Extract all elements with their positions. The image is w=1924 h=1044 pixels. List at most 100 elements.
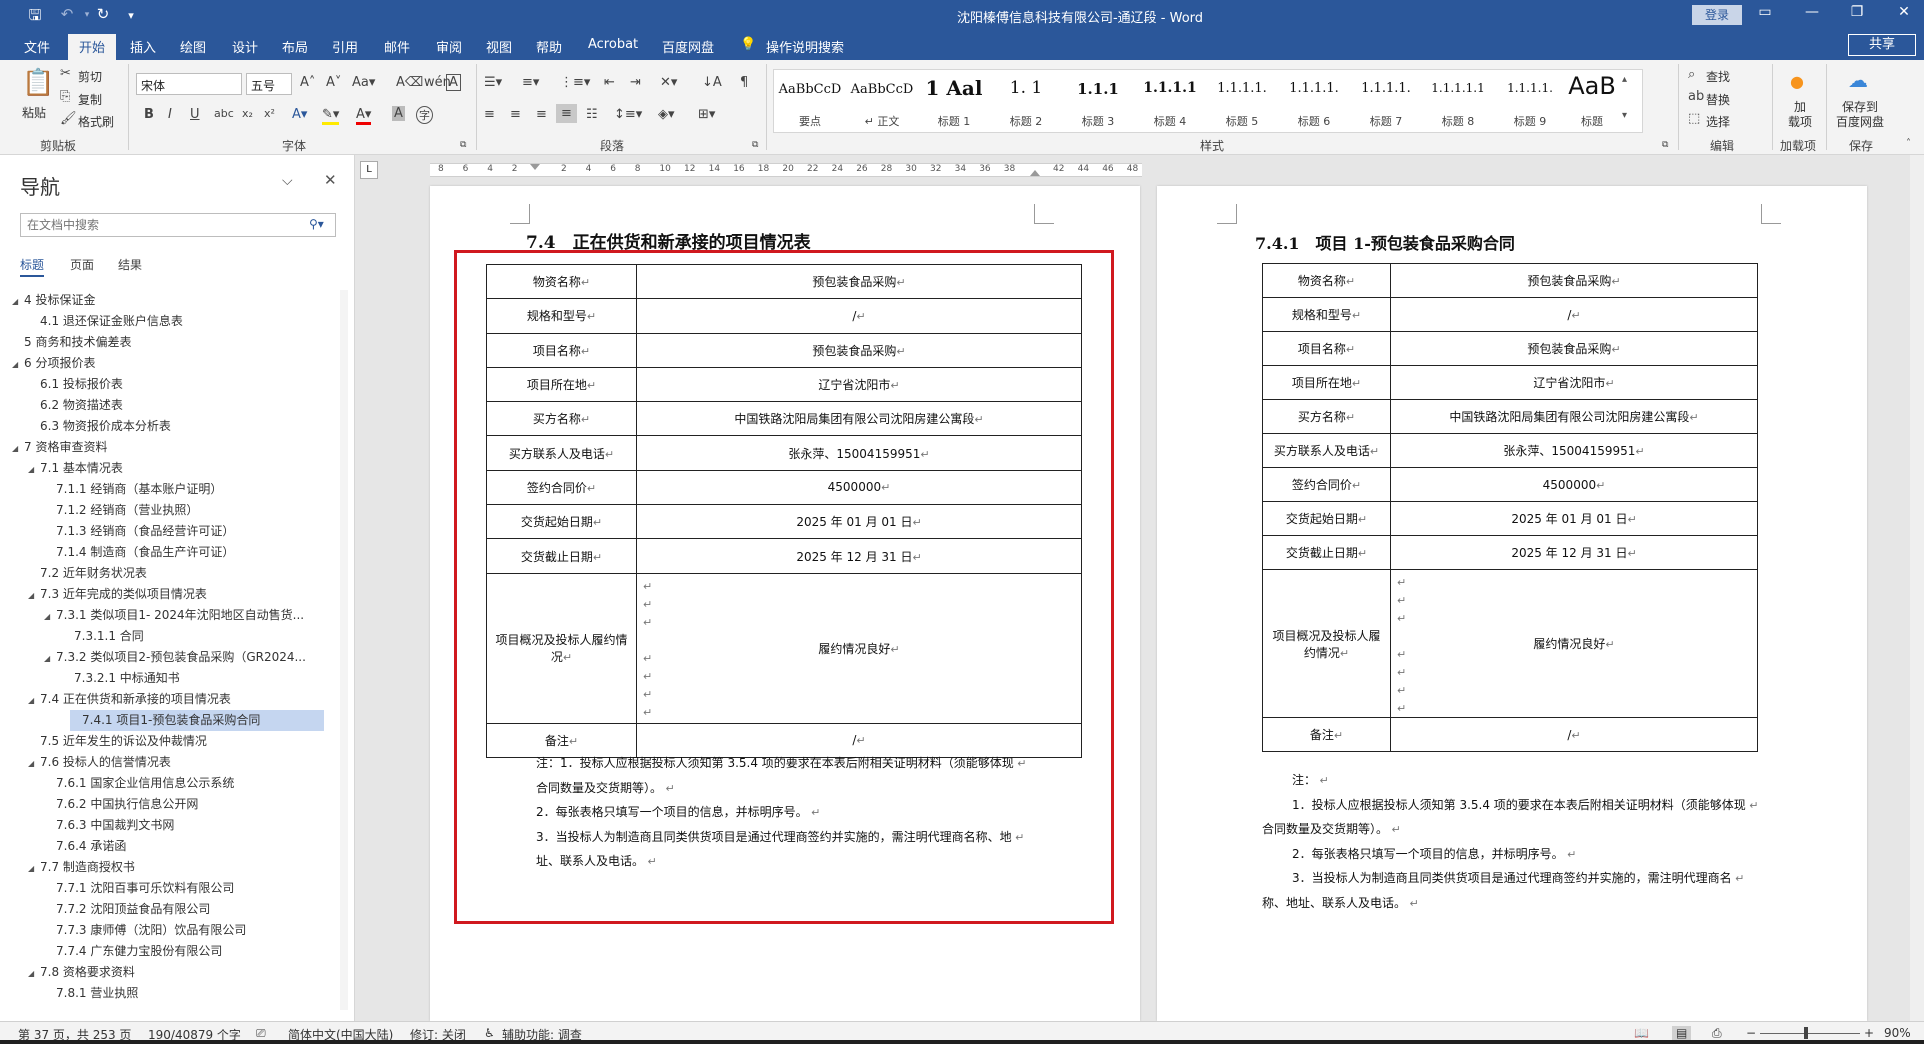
- note-line[interactable]: 称、地址、联系人及电话。 ↵: [1262, 891, 1419, 916]
- customize-qat-icon[interactable]: ▾: [120, 9, 142, 22]
- login-button[interactable]: 登录: [1692, 5, 1742, 25]
- replace-button[interactable]: 替换: [1706, 91, 1730, 108]
- nav-heading-item[interactable]: 6.2 物资描述表: [28, 395, 328, 416]
- nav-search-input[interactable]: [21, 214, 291, 236]
- field-label-cell[interactable]: 项目名称↵: [1262, 331, 1391, 366]
- tab-home[interactable]: 开始: [68, 34, 117, 60]
- nav-heading-item[interactable]: ◢ 7.8 资格要求资料: [28, 962, 328, 983]
- nav-heading-item[interactable]: 7.5 近年发生的诉讼及仲裁情况: [28, 731, 328, 752]
- nav-heading-item[interactable]: 7.7.2 沈阳顶益食品有限公司: [44, 899, 344, 920]
- font-color-icon[interactable]: A▾: [356, 107, 372, 125]
- tab-references[interactable]: 引用: [332, 37, 358, 56]
- tab-help[interactable]: 帮助: [536, 37, 562, 56]
- numbering-icon[interactable]: ≡▾: [522, 75, 539, 90]
- nav-heading-item[interactable]: 7.8.1 营业执照: [44, 983, 344, 1004]
- strikethrough-icon[interactable]: abc: [214, 107, 234, 120]
- italic-icon[interactable]: I: [168, 107, 172, 122]
- highlight-icon[interactable]: ✎▾: [322, 107, 340, 125]
- tab-acrobat[interactable]: Acrobat: [588, 37, 638, 52]
- nav-heading-item[interactable]: 6.3 物资报价成本分析表: [28, 416, 328, 437]
- style-title[interactable]: AaB 标题: [1566, 70, 1618, 132]
- field-label-cell[interactable]: 交货截止日期↵: [1262, 535, 1391, 570]
- zoom-slider[interactable]: [1760, 1033, 1860, 1034]
- tab-file[interactable]: 文件: [24, 37, 50, 56]
- justify-icon[interactable]: ≡: [556, 104, 577, 123]
- note-line[interactable]: 2．每张表格只填写一个项目的信息，并标明序号。 ↵: [1292, 842, 1576, 867]
- sort-icon[interactable]: ↓A: [702, 75, 722, 90]
- collapse-arrow-icon[interactable]: ◢: [28, 585, 40, 605]
- nav-heading-item[interactable]: 5 商务和技术偏差表: [12, 332, 312, 353]
- collapse-arrow-icon[interactable]: ◢: [28, 858, 40, 878]
- field-value-cell[interactable]: 预包装食品采购↵: [1390, 331, 1758, 366]
- bullets-icon[interactable]: ☰▾: [484, 75, 502, 90]
- nav-heading-item[interactable]: ◢ 7.3 近年完成的类似项目情况表: [28, 584, 328, 605]
- nav-tab-headings[interactable]: 标题: [20, 256, 45, 277]
- subscript-icon[interactable]: x₂: [242, 107, 253, 120]
- collapse-arrow-icon[interactable]: ◢: [28, 459, 40, 479]
- find-icon[interactable]: ⌕: [1688, 67, 1695, 82]
- style-heading-1[interactable]: 1 Aal 标题 1: [918, 70, 990, 132]
- styles-more-icon[interactable]: ▾: [1622, 110, 1627, 121]
- tab-insert[interactable]: 插入: [130, 37, 156, 56]
- format-painter-button[interactable]: 格式刷: [78, 113, 114, 130]
- horizontal-ruler[interactable]: 8 6 4 2 2 4 6 8 10 12 14 16 18 20 22 24 26 28 30 32 34 36 38 42…: [430, 163, 1142, 177]
- find-button[interactable]: 查找: [1706, 68, 1730, 85]
- vertical-scrollbar[interactable]: [1910, 155, 1924, 1021]
- nav-heading-item[interactable]: ◢ 4 投标保证金: [12, 290, 312, 311]
- field-label-cell[interactable]: 签约合同价↵: [1262, 467, 1391, 502]
- collapse-arrow-icon[interactable]: ◢: [44, 648, 56, 668]
- first-indent-marker[interactable]: [530, 164, 540, 170]
- nav-heading-item[interactable]: ◢ 7.3.2 类似项目2-预包装食品采购（GR2024...: [44, 647, 344, 668]
- nav-heading-item[interactable]: 7.1.2 经销商（营业执照）: [44, 500, 344, 521]
- read-mode-icon[interactable]: 📖: [1634, 1026, 1649, 1040]
- nav-heading-item[interactable]: 7.4.1 项目1-预包装食品采购合同: [70, 710, 324, 731]
- zoom-level[interactable]: 90%: [1884, 1026, 1911, 1040]
- font-size-box[interactable]: 五号: [246, 73, 292, 95]
- nav-heading-item[interactable]: 7.6.2 中国执行信息公开网: [44, 794, 344, 815]
- field-label-cell[interactable]: 买方联系人及电话↵: [1262, 433, 1391, 468]
- nav-heading-item[interactable]: 7.3.2.1 中标通知书: [62, 668, 362, 689]
- select-icon[interactable]: ⬚: [1688, 111, 1700, 126]
- nav-heading-item[interactable]: 7.7.1 沈阳百事可乐饮料有限公司: [44, 878, 344, 899]
- nav-heading-item[interactable]: 7.2 近年财务状况表: [28, 563, 328, 584]
- clear-format-icon[interactable]: A⌫: [396, 75, 423, 90]
- tab-baidu-netdisk[interactable]: 百度网盘: [662, 37, 714, 56]
- format-painter-icon[interactable]: 🖌: [60, 111, 77, 126]
- align-left-icon[interactable]: ≡: [484, 107, 495, 122]
- close-icon[interactable]: ✕: [1889, 4, 1919, 20]
- copy-button[interactable]: 复制: [78, 91, 102, 108]
- field-value-cell[interactable]: 张永萍、15004159951↵: [1390, 433, 1758, 468]
- styles-scroll-up-icon[interactable]: ▴: [1622, 74, 1627, 85]
- font-dialog-icon[interactable]: ⧉: [460, 140, 466, 150]
- font-name-box[interactable]: 宋体: [136, 73, 242, 95]
- nav-heading-item[interactable]: ◢ 6 分项报价表: [12, 353, 312, 374]
- baidu-netdisk-icon[interactable]: ☁: [1848, 68, 1868, 92]
- change-case-icon[interactable]: Aa▾: [352, 75, 375, 90]
- collapse-arrow-icon[interactable]: ◢: [44, 606, 56, 626]
- addins-button[interactable]: 加 载项: [1788, 100, 1812, 130]
- field-value-cell[interactable]: /↵: [1390, 717, 1758, 752]
- field-label-cell[interactable]: 项目概况及投标人履约情况↵: [1262, 569, 1391, 718]
- field-value-cell[interactable]: 2025 年 01 月 01 日↵: [1390, 501, 1758, 536]
- nav-heading-item[interactable]: 7.3.1.1 合同: [62, 626, 362, 647]
- show-marks-icon[interactable]: ¶: [740, 75, 748, 90]
- text-effects-icon[interactable]: A▾: [292, 107, 307, 122]
- field-value-cell[interactable]: 2025 年 12 月 31 日↵: [1390, 535, 1758, 570]
- zoom-out-icon[interactable]: −: [1746, 1026, 1756, 1040]
- collapse-arrow-icon[interactable]: ◢: [28, 690, 40, 710]
- collapse-arrow-icon[interactable]: ◢: [12, 438, 24, 458]
- field-value-cell[interactable]: 4500000↵: [1390, 467, 1758, 502]
- save-icon[interactable]: 🖫: [24, 5, 46, 30]
- note-line[interactable]: 1．投标人应根据投标人须知第 3.5.4 项的要求在本表后附相关证明材料（须能够…: [1292, 793, 1759, 818]
- grow-font-icon[interactable]: A˄: [300, 75, 315, 90]
- align-center-icon[interactable]: ≡: [510, 107, 521, 122]
- tab-layout[interactable]: 布局: [282, 37, 308, 56]
- proofing-icon[interactable]: ⎚: [256, 1026, 266, 1041]
- paragraph-dialog-icon[interactable]: ⧉: [752, 140, 758, 150]
- field-label-cell[interactable]: 备注↵: [1262, 717, 1391, 752]
- save-to-netdisk-button[interactable]: 保存到 百度网盘: [1836, 100, 1884, 130]
- nav-heading-item[interactable]: 7.6.1 国家企业信用信息公示系统: [44, 773, 344, 794]
- replace-icon[interactable]: ab: [1688, 89, 1704, 104]
- field-label-cell[interactable]: 交货起始日期↵: [1262, 501, 1391, 536]
- style-heading-2[interactable]: 1. 1 标题 2: [990, 70, 1062, 132]
